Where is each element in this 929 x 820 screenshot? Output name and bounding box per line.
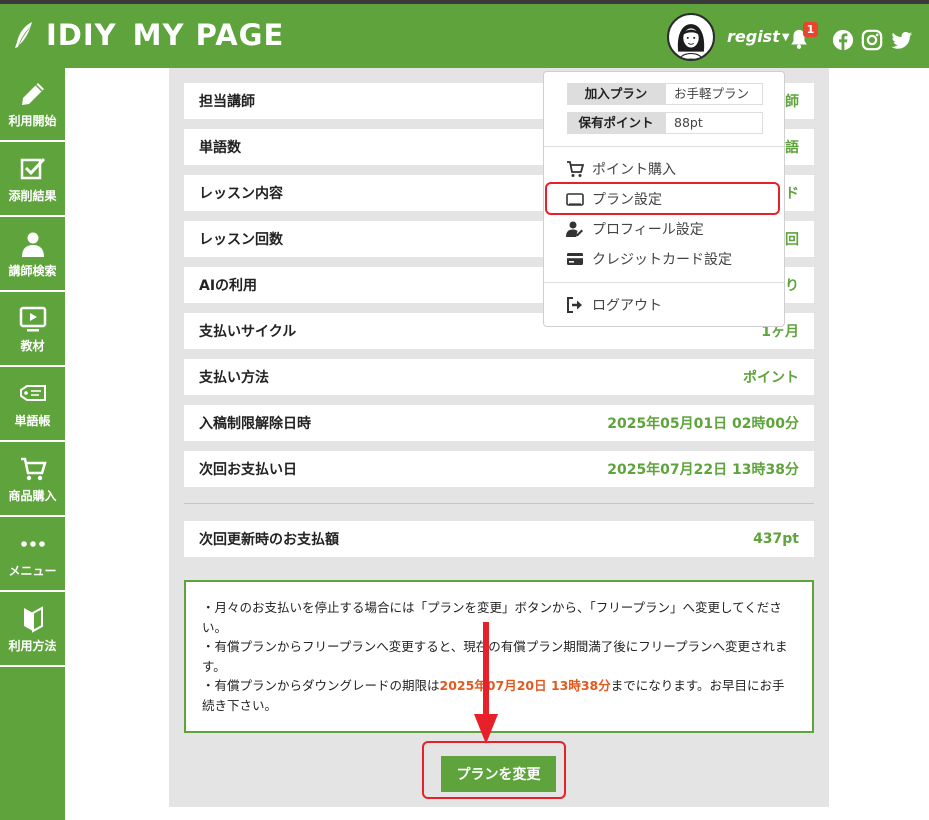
credit-card-icon	[567, 253, 583, 265]
detail-row-submission-unlock: 入稿制限解除日時 2025年05月01日 02時00分	[184, 405, 814, 441]
sidebar-item-how-to-use[interactable]: 利用方法	[0, 593, 65, 667]
sidebar-item-label: メニュー	[8, 563, 57, 578]
beginner-mark-icon	[23, 605, 43, 633]
menu-item-logout[interactable]: ログアウト	[566, 294, 662, 316]
notice-line: ・有償プランからフリープランへ変更すると、現在の有償プラン期間満了後にフリープラ…	[202, 639, 788, 674]
tag-icon	[19, 384, 46, 401]
user-menu-toggle[interactable]: regist ▼	[727, 27, 790, 46]
dropdown-divider	[544, 282, 784, 283]
username: regist	[727, 27, 780, 46]
points-row: 保有ポイント 88pt	[567, 112, 763, 134]
logout-icon	[567, 297, 582, 313]
dots-icon	[20, 540, 45, 547]
notice-line: ・月々のお支払いを停止する場合には「プランを変更」ボタンから、「フリープラン」へ…	[202, 600, 782, 635]
notice-line: ・有償プランからダウングレードの期限は2025年07月20日 13時38分までに…	[202, 678, 785, 713]
user-dropdown-menu: 加入プラン お手軽プラン 保有ポイント 88pt ポイント購入 プラン設定 プロ…	[543, 71, 785, 327]
cart-icon	[567, 161, 584, 177]
sidebar-item-correction[interactable]: 添削結果	[0, 143, 65, 217]
detail-row-next-payment-date: 次回お支払い日 2025年07月22日 13時38分	[184, 451, 814, 487]
video-icon	[19, 306, 46, 331]
sidebar-item-label: 教材	[20, 338, 45, 353]
logo[interactable]: IDIY MY PAGE	[10, 18, 284, 52]
sidebar-item-label: 利用方法	[8, 638, 57, 653]
avatar[interactable]	[667, 13, 715, 61]
sidebar-item-materials[interactable]: 教材	[0, 293, 65, 367]
menu-item-buy-points[interactable]: ポイント購入	[566, 158, 676, 180]
highlight-plan-settings	[545, 182, 780, 215]
current-plan-row: 加入プラン お手軽プラン	[567, 83, 763, 105]
sidebar: 利用開始 添削結果 講師検索 教材 単語帳 商品購入 メニュー 利用方法	[0, 68, 65, 820]
downgrade-deadline: 2025年07月20日 13時38分	[439, 678, 611, 693]
page-title: MY PAGE	[132, 18, 285, 52]
pencil-icon	[21, 82, 44, 105]
annotation-arrow-icon	[474, 622, 498, 744]
person-icon	[21, 232, 44, 257]
instagram-icon[interactable]	[861, 29, 883, 51]
sidebar-item-teacher-search[interactable]: 講師検索	[0, 218, 65, 292]
cart-icon	[20, 457, 47, 480]
user-edit-icon	[566, 221, 583, 237]
sidebar-item-shop[interactable]: 商品購入	[0, 443, 65, 517]
sidebar-item-menu[interactable]: メニュー	[0, 518, 65, 592]
detail-row-next-amount: 次回更新時のお支払額 437pt	[184, 521, 814, 557]
sidebar-item-label: 講師検索	[8, 263, 57, 278]
sidebar-item-label: 利用開始	[8, 113, 57, 128]
sidebar-item-label: 商品購入	[8, 488, 57, 503]
sidebar-item-start[interactable]: 利用開始	[0, 68, 65, 142]
notification-badge: 1	[803, 22, 818, 37]
quill-icon	[15, 22, 32, 48]
brand-name: IDIY	[46, 18, 117, 52]
dropdown-divider	[544, 146, 784, 147]
menu-item-credit-card-settings[interactable]: クレジットカード設定	[566, 248, 732, 270]
menu-item-profile-settings[interactable]: プロフィール設定	[566, 218, 704, 240]
avatar-illustration-icon	[677, 24, 705, 59]
twitter-icon[interactable]	[891, 29, 913, 51]
section-divider	[184, 503, 814, 504]
detail-row-payment-method: 支払い方法 ポイント	[184, 359, 814, 395]
checkbox-icon	[20, 157, 45, 179]
notice-box: ・月々のお支払いを停止する場合には「プランを変更」ボタンから、「フリープラン」へ…	[184, 580, 814, 733]
sidebar-item-label: 添削結果	[8, 188, 57, 203]
sidebar-item-label: 単語帳	[14, 413, 51, 428]
facebook-icon[interactable]	[832, 29, 854, 51]
header: IDIY MY PAGE regist ▼ 1	[0, 4, 929, 68]
highlight-change-plan-button	[422, 741, 566, 799]
sidebar-item-vocabulary[interactable]: 単語帳	[0, 368, 65, 442]
